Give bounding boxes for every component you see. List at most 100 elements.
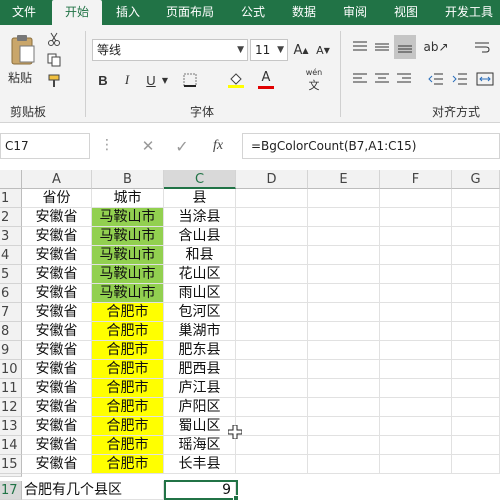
empty-cell[interactable] bbox=[236, 265, 308, 284]
merge-center-icon[interactable] bbox=[474, 69, 496, 89]
cell-b[interactable]: 马鞍山市 bbox=[92, 208, 164, 227]
row-header[interactable]: 2 bbox=[0, 208, 22, 227]
select-all-corner[interactable] bbox=[0, 170, 22, 189]
cell-a[interactable]: 安徽省 bbox=[22, 227, 92, 246]
empty-cell[interactable] bbox=[452, 436, 500, 455]
name-box[interactable]: C17 bbox=[0, 133, 90, 159]
cell-c[interactable]: 肥东县 bbox=[164, 341, 236, 360]
row-header[interactable]: 17 bbox=[0, 481, 22, 500]
empty-cell[interactable] bbox=[452, 246, 500, 265]
empty-cell[interactable] bbox=[236, 379, 308, 398]
cell-b[interactable]: 马鞍山市 bbox=[92, 284, 164, 303]
empty-cell[interactable] bbox=[308, 265, 380, 284]
font-name-dropdown[interactable]: 等线 ▼ bbox=[92, 39, 248, 61]
empty-cell[interactable] bbox=[380, 379, 452, 398]
empty-cell[interactable] bbox=[236, 189, 308, 208]
font-color-icon[interactable]: A bbox=[256, 71, 276, 89]
row-header[interactable]: 9 bbox=[0, 341, 22, 360]
empty-cell[interactable] bbox=[452, 189, 500, 208]
cell-c[interactable]: 包河区 bbox=[164, 303, 236, 322]
column-header[interactable]: B bbox=[92, 170, 164, 189]
empty-cell[interactable] bbox=[236, 398, 308, 417]
tab-data[interactable]: 数据 bbox=[284, 0, 324, 25]
cell-a[interactable]: 安徽省 bbox=[22, 322, 92, 341]
empty-cell[interactable] bbox=[452, 303, 500, 322]
empty-cell[interactable] bbox=[308, 246, 380, 265]
shrink-font-icon[interactable]: A ▼ bbox=[314, 41, 332, 59]
cell-c[interactable]: 雨山区 bbox=[164, 284, 236, 303]
fill-handle[interactable] bbox=[233, 495, 239, 500]
italic-button[interactable]: I bbox=[118, 71, 136, 89]
cancel-button[interactable]: ✕ bbox=[138, 136, 158, 156]
cell-b[interactable]: 合肥市 bbox=[92, 322, 164, 341]
cell-b[interactable]: 合肥市 bbox=[92, 398, 164, 417]
row-header[interactable]: 5 bbox=[0, 265, 22, 284]
empty-cell[interactable] bbox=[380, 322, 452, 341]
format-painter-icon[interactable] bbox=[46, 73, 62, 89]
empty-cell[interactable] bbox=[308, 398, 380, 417]
empty-cell[interactable] bbox=[452, 379, 500, 398]
row-header[interactable]: 4 bbox=[0, 246, 22, 265]
tab-review[interactable]: 审阅 bbox=[335, 0, 375, 25]
empty-cell[interactable] bbox=[308, 436, 380, 455]
grow-font-icon[interactable]: A ▲ bbox=[292, 41, 310, 59]
paste-label[interactable]: 粘贴 bbox=[8, 69, 32, 86]
borders-icon[interactable] bbox=[180, 71, 200, 89]
cell-a[interactable]: 安徽省 bbox=[22, 303, 92, 322]
align-center-icon[interactable] bbox=[372, 69, 392, 89]
cell-a[interactable]: 安徽省 bbox=[22, 265, 92, 284]
cell-c[interactable]: 蜀山区 bbox=[164, 417, 236, 436]
empty-cell[interactable] bbox=[236, 208, 308, 227]
empty-cell[interactable] bbox=[380, 227, 452, 246]
cell-a[interactable]: 安徽省 bbox=[22, 246, 92, 265]
row-header[interactable]: 8 bbox=[0, 322, 22, 341]
row-header[interactable]: 10 bbox=[0, 360, 22, 379]
empty-cell[interactable] bbox=[452, 360, 500, 379]
empty-cell[interactable] bbox=[380, 208, 452, 227]
cell-a[interactable]: 安徽省 bbox=[22, 398, 92, 417]
empty-cell[interactable] bbox=[452, 341, 500, 360]
bold-button[interactable]: B bbox=[94, 71, 112, 89]
cell-a[interactable]: 安徽省 bbox=[22, 208, 92, 227]
cell-c[interactable]: 长丰县 bbox=[164, 455, 236, 474]
chevron-down-icon[interactable]: ▼ bbox=[160, 71, 170, 89]
empty-cell[interactable] bbox=[236, 417, 308, 436]
wrap-text-icon[interactable] bbox=[472, 37, 492, 57]
tab-view[interactable]: 视图 bbox=[386, 0, 426, 25]
row-header[interactable]: 1 bbox=[0, 189, 22, 208]
empty-cell[interactable] bbox=[452, 265, 500, 284]
empty-cell[interactable] bbox=[380, 436, 452, 455]
cell-a[interactable]: 安徽省 bbox=[22, 455, 92, 474]
empty-cell[interactable] bbox=[236, 246, 308, 265]
tab-home[interactable]: 开始 bbox=[52, 0, 102, 25]
empty-cell[interactable] bbox=[308, 322, 380, 341]
empty-cell[interactable] bbox=[308, 455, 380, 474]
empty-cell[interactable] bbox=[380, 455, 452, 474]
row-header[interactable]: 3 bbox=[0, 227, 22, 246]
column-header[interactable]: F bbox=[380, 170, 452, 189]
empty-cell[interactable] bbox=[236, 436, 308, 455]
row-header[interactable]: 7 bbox=[0, 303, 22, 322]
empty-cell[interactable] bbox=[452, 284, 500, 303]
enter-button[interactable]: ✓ bbox=[172, 136, 192, 156]
column-header[interactable]: C bbox=[164, 170, 236, 189]
cell-c[interactable]: 庐阳区 bbox=[164, 398, 236, 417]
empty-cell[interactable] bbox=[308, 208, 380, 227]
empty-cell[interactable] bbox=[308, 379, 380, 398]
empty-cell[interactable] bbox=[308, 360, 380, 379]
cell-a[interactable]: 安徽省 bbox=[22, 360, 92, 379]
label-cell[interactable]: 合肥有几个县区 bbox=[22, 481, 164, 500]
underline-button[interactable]: U bbox=[142, 71, 160, 89]
cell-b[interactable]: 合肥市 bbox=[92, 360, 164, 379]
cell-b[interactable]: 合肥市 bbox=[92, 436, 164, 455]
cell-a[interactable]: 安徽省 bbox=[22, 436, 92, 455]
empty-cell[interactable] bbox=[380, 284, 452, 303]
empty-cell[interactable] bbox=[308, 284, 380, 303]
tab-formulas[interactable]: 公式 bbox=[233, 0, 273, 25]
phonetic-icon[interactable]: wén 文 bbox=[302, 68, 326, 92]
column-header[interactable]: G bbox=[452, 170, 500, 189]
empty-cell[interactable] bbox=[236, 303, 308, 322]
row-header[interactable]: 14 bbox=[0, 436, 22, 455]
empty-cell[interactable] bbox=[452, 455, 500, 474]
cell-c[interactable]: 瑶海区 bbox=[164, 436, 236, 455]
